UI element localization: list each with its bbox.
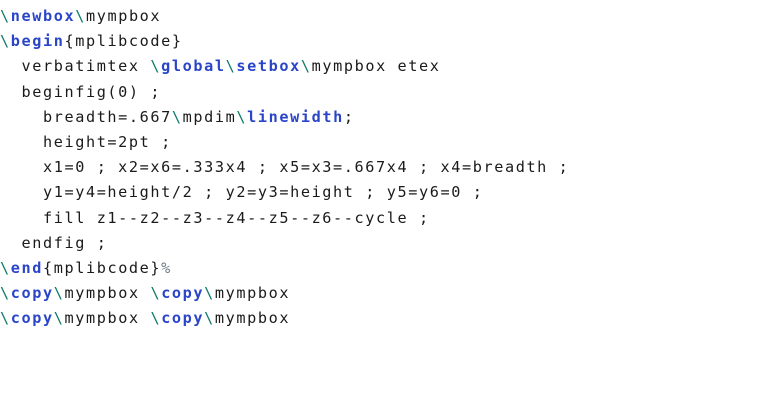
code-token: {mplibcode}: [42, 258, 162, 277]
keyword-token: linewidth: [247, 107, 344, 126]
code-line: \end{mplibcode}%: [0, 256, 768, 281]
keyword-token: global: [161, 57, 226, 76]
backslash-token: \: [0, 309, 11, 328]
code-line: y1=y4=height/2 ; y2=y3=height ; y5=y6=0 …: [0, 180, 768, 205]
code-line: x1=0 ; x2=x6=.333x4 ; x5=x3=.667x4 ; x4=…: [0, 155, 768, 180]
backslash-token: \: [0, 258, 11, 277]
backslash-token: \: [0, 284, 11, 303]
keyword-token: copy: [161, 309, 205, 328]
backslash-token: \: [53, 309, 65, 328]
backslash-token: \: [300, 57, 312, 76]
code-token: mympbox: [214, 284, 291, 303]
code-line: \begin{mplibcode}: [0, 29, 768, 54]
code-token: mympbox: [214, 309, 291, 328]
code-token: x1=0 ; x2=x6=.333x4 ; x5=x3=.667x4 ; x4=…: [0, 158, 570, 177]
backslash-token: \: [0, 7, 11, 25]
code-line: fill z1--z2--z3--z4--z5--z6--cycle ;: [0, 206, 768, 231]
backslash-token: \: [236, 107, 248, 126]
code-line: height=2pt ;: [0, 130, 768, 155]
backslash-token: \: [171, 107, 183, 126]
code-token: mympbox etex: [311, 57, 441, 76]
code-line: verbatimtex \global\setbox\mympbox etex: [0, 54, 768, 79]
keyword-token: setbox: [236, 57, 301, 76]
code-line: \copy\mympbox \copy\mympbox: [0, 306, 768, 331]
code-token: height=2pt ;: [0, 132, 172, 151]
keyword-token: newbox: [10, 7, 76, 25]
code-line: \copy\mympbox \copy\mympbox: [0, 281, 768, 306]
keyword-token: copy: [10, 284, 54, 303]
keyword-token: end: [10, 258, 43, 277]
code-line: beginfig(0) ;: [0, 80, 768, 105]
code-line: endfig ;: [0, 231, 768, 256]
backslash-token: \: [75, 7, 86, 25]
code-token: y1=y4=height/2 ; y2=y3=height ; y5=y6=0 …: [0, 183, 484, 202]
keyword-token: begin: [10, 32, 65, 51]
code-listing: \newbox\mympbox \begin{mplibcode} verbati…: [0, 0, 768, 411]
code-token: verbatimtex: [0, 57, 151, 76]
code-token: ;: [343, 107, 355, 126]
code-token: mympbox: [64, 284, 151, 303]
backslash-token: \: [204, 309, 215, 328]
keyword-token: copy: [161, 284, 205, 303]
code-token: endfig ;: [0, 233, 108, 252]
code-token: mympbox: [85, 7, 162, 25]
code-token: mpdim: [182, 107, 237, 126]
backslash-token: \: [0, 32, 11, 51]
code-line: \newbox\mympbox: [0, 4, 768, 29]
backslash-token: \: [150, 284, 162, 303]
backslash-token: \: [204, 284, 215, 303]
code-token: {mplibcode}: [64, 32, 183, 51]
backslash-token: \: [225, 57, 237, 76]
code-token: mympbox: [64, 309, 151, 328]
keyword-token: copy: [10, 309, 54, 328]
code-token: breadth=.667: [0, 107, 172, 126]
comment-token: %: [161, 258, 172, 277]
code-token: fill z1--z2--z3--z4--z5--z6--cycle ;: [0, 208, 430, 227]
code-token: beginfig(0) ;: [0, 82, 162, 101]
backslash-token: \: [53, 284, 65, 303]
backslash-token: \: [150, 57, 162, 76]
code-line: breadth=.667\mpdim\linewidth;: [0, 105, 768, 130]
backslash-token: \: [150, 309, 162, 328]
